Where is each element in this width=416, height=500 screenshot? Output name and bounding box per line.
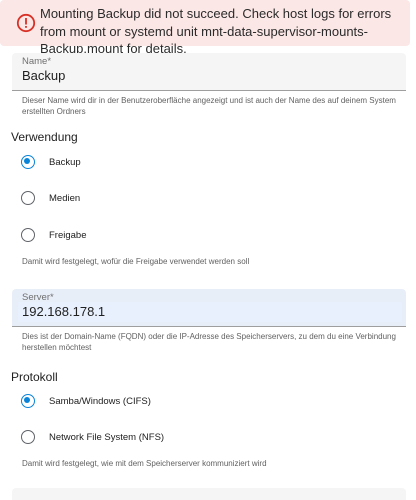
radio-medien[interactable] <box>21 191 35 205</box>
server-field[interactable]: Server* 192.168.178.1 <box>12 289 406 327</box>
radio-label-freigabe[interactable]: Freigabe <box>49 230 87 241</box>
server-helper-text: Dies ist der Domain-Name (FQDN) oder die… <box>22 332 396 352</box>
radio-label-backup[interactable]: Backup <box>49 157 81 168</box>
usage-title: Verwendung <box>11 130 78 144</box>
protocol-helper-text: Damit wird festgelegt, wie mit dem Speic… <box>22 459 267 468</box>
server-field-label: Server* <box>22 292 54 303</box>
name-field[interactable]: Name* Backup <box>12 53 406 91</box>
server-field-value[interactable]: 192.168.178.1 <box>22 304 105 319</box>
name-field-label: Name* <box>22 56 52 67</box>
alert-message: Mounting Backup did not succeed. Check h… <box>40 6 392 56</box>
radio-backup[interactable] <box>21 155 35 169</box>
name-helper-text: Dieser Name wird dir in der Benutzerober… <box>22 96 396 116</box>
radio-label-nfs[interactable]: Network File System (NFS) <box>49 432 164 443</box>
next-field-partial[interactable] <box>12 488 406 500</box>
radio-freigabe[interactable] <box>21 228 35 242</box>
radio-label-medien[interactable]: Medien <box>49 193 80 204</box>
name-field-value[interactable]: Backup <box>22 68 65 83</box>
radio-nfs[interactable] <box>21 430 35 444</box>
error-alert: Mounting Backup did not succeed. Check h… <box>0 0 410 56</box>
protocol-title: Protokoll <box>11 370 58 384</box>
radio-label-cifs[interactable]: Samba/Windows (CIFS) <box>49 396 151 407</box>
radio-cifs[interactable] <box>21 394 35 408</box>
error-circle-icon <box>16 13 36 33</box>
usage-helper-text: Damit wird festgelegt, wofür die Freigab… <box>22 257 250 266</box>
